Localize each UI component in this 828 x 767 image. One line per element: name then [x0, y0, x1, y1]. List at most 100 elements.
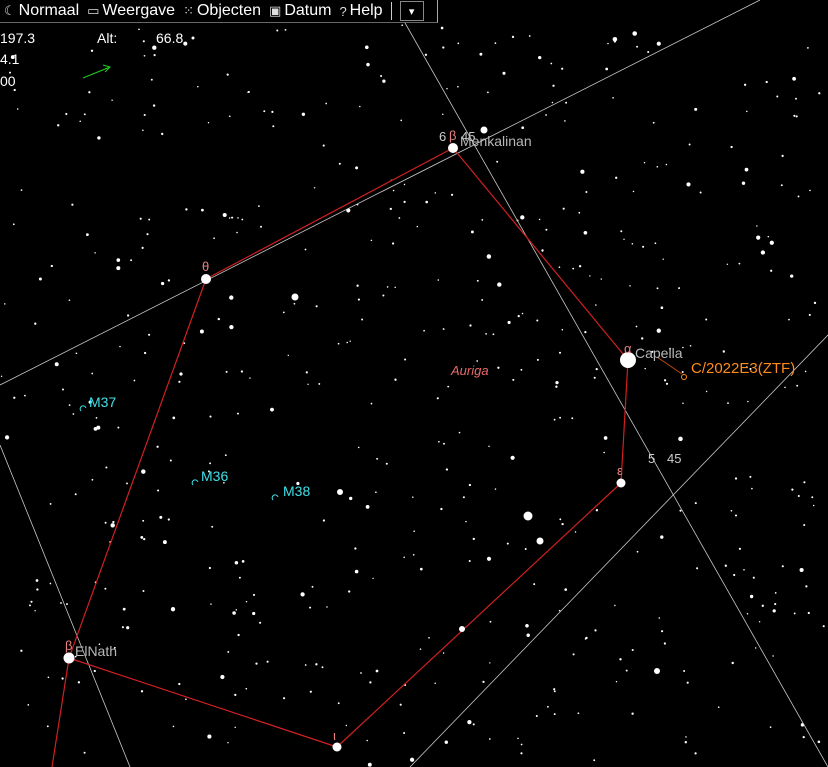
- star: [526, 633, 530, 637]
- label-m36[interactable]: M36: [201, 468, 228, 484]
- star: [360, 672, 362, 674]
- star: [161, 132, 164, 136]
- star: [694, 107, 698, 111]
- star: [207, 122, 210, 124]
- star: [593, 759, 596, 762]
- star: [119, 345, 121, 348]
- star-menkalinan: [448, 143, 458, 153]
- star: [520, 752, 523, 755]
- star: [555, 380, 559, 385]
- star: [781, 565, 784, 568]
- menu-dropdown-button[interactable]: ▾: [399, 1, 424, 21]
- star: [442, 113, 444, 116]
- label-elnath[interactable]: ElNath: [75, 643, 117, 659]
- star: [486, 254, 492, 259]
- menu-help[interactable]: ? Help: [335, 0, 386, 22]
- star: [553, 713, 556, 716]
- star: [656, 287, 659, 290]
- star: [146, 233, 149, 236]
- star: [807, 47, 809, 49]
- star: [799, 567, 804, 573]
- star: [141, 246, 144, 249]
- star: [183, 41, 188, 46]
- readout-line-3: 00: [0, 73, 16, 89]
- star: [578, 211, 581, 214]
- star: [167, 518, 170, 521]
- star: [727, 402, 729, 404]
- star: [817, 740, 821, 744]
- star: [116, 266, 121, 271]
- greek-theta: θ: [202, 259, 210, 274]
- star: [472, 537, 475, 541]
- star: [156, 445, 159, 448]
- star: [315, 663, 318, 666]
- star: [694, 502, 697, 505]
- star: [497, 366, 500, 369]
- star: [436, 397, 439, 400]
- star: [686, 182, 691, 187]
- star: [558, 609, 561, 612]
- star: [656, 328, 661, 333]
- label-m37[interactable]: M37: [89, 394, 116, 410]
- star: [469, 324, 472, 327]
- menu-datum[interactable]: ▣ Datum: [265, 0, 335, 22]
- label-comet[interactable]: C/2022E3(ZTF): [691, 360, 795, 377]
- star: [561, 67, 564, 70]
- star: [392, 189, 395, 192]
- star: [468, 559, 471, 563]
- star: [536, 319, 539, 322]
- label-menkalinan[interactable]: Menkalinan: [460, 133, 532, 149]
- star: [409, 757, 415, 762]
- menu-normaal[interactable]: ☾ Normaal: [0, 0, 83, 22]
- sky-chart[interactable]: [0, 0, 828, 767]
- star: [656, 165, 659, 168]
- label-capella[interactable]: Capella: [635, 345, 682, 361]
- star: [247, 91, 249, 93]
- star: [688, 143, 691, 146]
- star: [547, 705, 549, 708]
- menu-weergave-label: Weergave: [102, 2, 176, 19]
- star: [276, 29, 279, 32]
- grid-line: [391, 0, 828, 767]
- star: [88, 91, 91, 94]
- star: [663, 379, 667, 382]
- star: [572, 267, 575, 270]
- star: [29, 604, 31, 607]
- star: [20, 649, 23, 652]
- star: [733, 573, 736, 577]
- star: [636, 550, 639, 553]
- menu-weergave[interactable]: ▭ Weergave: [83, 0, 179, 22]
- star: [356, 284, 359, 287]
- star: [365, 505, 370, 509]
- star: [620, 230, 623, 233]
- star: [263, 110, 266, 113]
- constellation-name[interactable]: Auriga: [451, 363, 489, 378]
- star: [354, 547, 357, 550]
- star: [791, 488, 794, 491]
- star: [210, 603, 212, 605]
- star: [561, 328, 564, 331]
- star: [148, 333, 151, 336]
- star: [524, 548, 527, 550]
- menu-objecten[interactable]: ⁙ Objecten: [179, 0, 265, 22]
- star: [232, 611, 236, 615]
- star: [511, 35, 515, 39]
- star: [678, 436, 683, 442]
- star: [252, 593, 256, 596]
- star: [139, 217, 142, 220]
- star: [322, 144, 325, 147]
- label-m38[interactable]: M38: [283, 483, 310, 499]
- star: [717, 706, 720, 709]
- star: [818, 92, 821, 95]
- star: [555, 385, 558, 388]
- star: [54, 362, 59, 367]
- star: [765, 80, 768, 84]
- star: [812, 504, 815, 507]
- star: [141, 469, 146, 474]
- star: [615, 680, 618, 683]
- star: [741, 181, 746, 185]
- star: [594, 629, 597, 632]
- star: [457, 85, 459, 88]
- star: [550, 62, 553, 65]
- star: [293, 302, 296, 305]
